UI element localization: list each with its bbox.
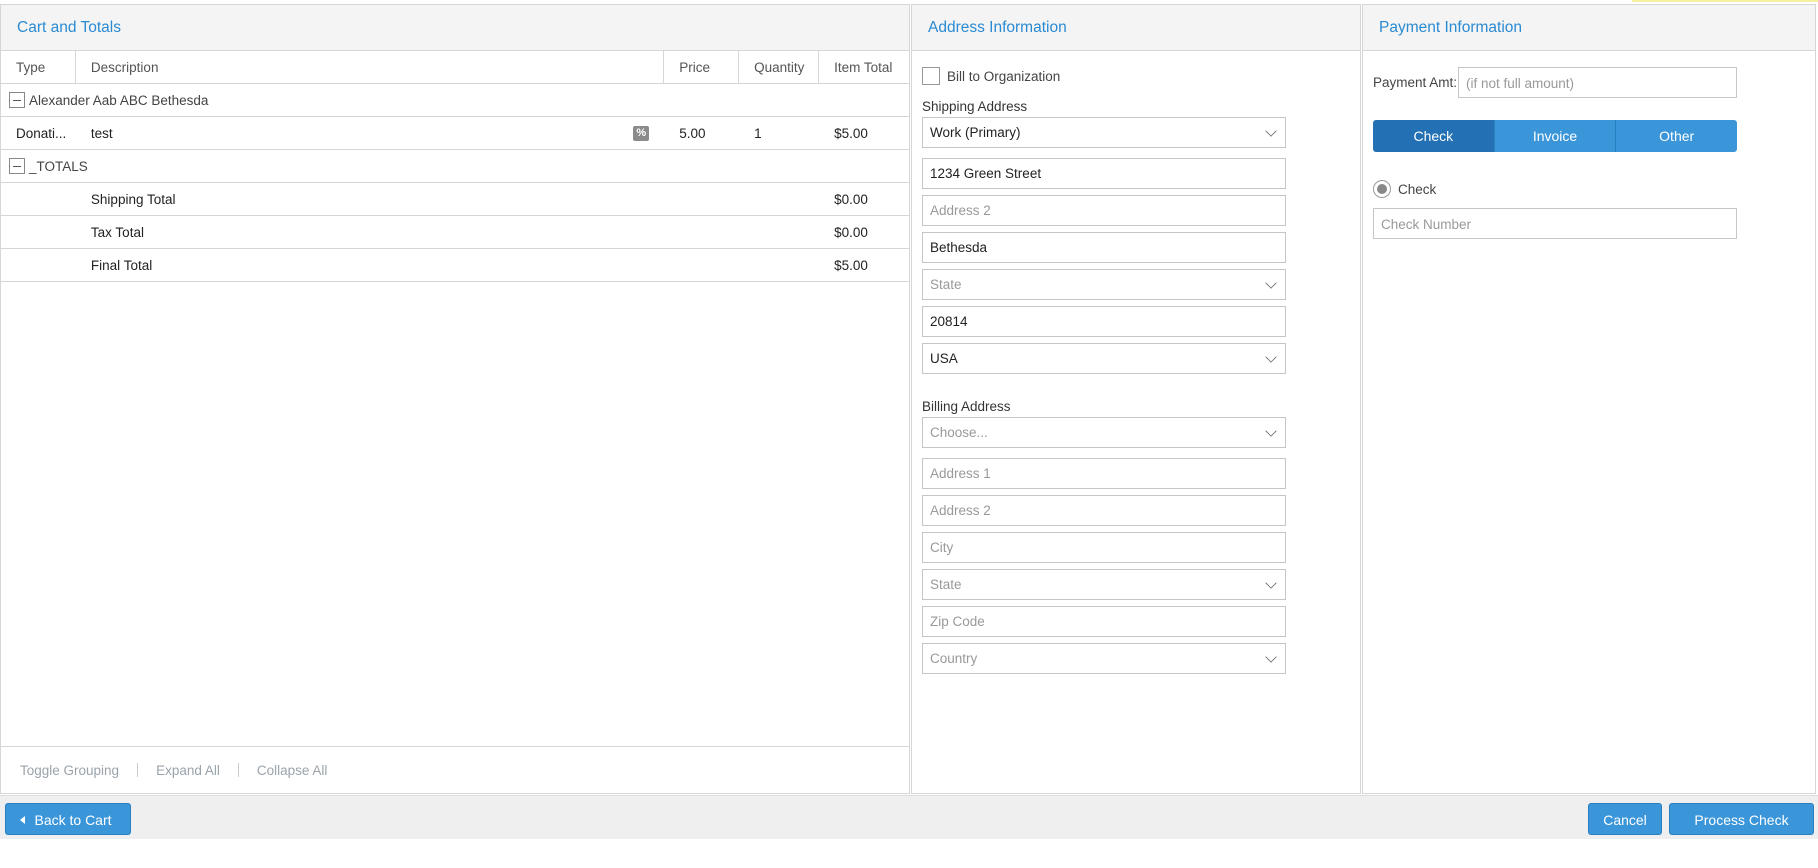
shipping-zip-field[interactable]: 20814	[922, 306, 1286, 337]
bill-to-org-row: Bill to Organization	[922, 65, 1350, 87]
bottom-action-bar: Back to Cart Cancel Process Check Paymen…	[0, 795, 1818, 860]
chevron-down-icon	[1265, 351, 1277, 363]
collapse-icon[interactable]	[9, 92, 25, 108]
billing-city-field[interactable]: City	[922, 532, 1286, 563]
back-to-cart-label: Back to Cart	[34, 812, 112, 828]
total-value: $0.00	[834, 224, 868, 240]
cancel-button[interactable]: Cancel	[1588, 803, 1662, 835]
cell-price: 5.00	[679, 125, 706, 141]
billing-address1-field[interactable]: Address 1	[922, 458, 1286, 489]
table-row: Shipping Total $0.00	[1, 183, 909, 216]
address-panel: Address Information Bill to Organization…	[911, 4, 1361, 794]
total-value: $0.00	[834, 191, 868, 207]
group-row-totals: _TOTALS	[1, 150, 909, 183]
shipping-address-label: Shipping Address	[922, 99, 1028, 114]
top-highlight-strip	[1632, 0, 1818, 2]
check-number-input[interactable]: Check Number	[1373, 208, 1737, 239]
payment-panel-title: Payment Information	[1363, 5, 1815, 51]
address-form: Bill to Organization Shipping Address Wo…	[912, 51, 1360, 694]
shipping-city-field[interactable]: Bethesda	[922, 232, 1286, 263]
billing-state-placeholder: State	[930, 577, 962, 592]
table-row: Final Total $5.00	[1, 249, 909, 282]
billing-choose-select[interactable]: Choose...	[922, 417, 1286, 448]
total-label: Tax Total	[90, 224, 144, 240]
chevron-down-icon	[1265, 577, 1277, 589]
grid-footer: Toggle Grouping Expand All Collapse All	[1, 746, 909, 793]
group-label-totals: _TOTALS	[29, 158, 88, 174]
percent-icon[interactable]: %	[633, 125, 650, 141]
payment-panel: Payment Information Payment Amt: (if not…	[1362, 4, 1816, 794]
cell-item-total: $5.00	[834, 125, 868, 141]
payment-amount-label: Payment Amt:	[1373, 75, 1458, 90]
column-header-item-total[interactable]: Item Total	[819, 51, 909, 83]
shipping-type-value: Work (Primary)	[930, 125, 1021, 140]
method-other-button[interactable]: Other	[1616, 120, 1737, 152]
shipping-state-placeholder: State	[930, 277, 962, 292]
chevron-down-icon	[1265, 277, 1277, 289]
shipping-address2-field[interactable]: Address 2	[922, 195, 1286, 226]
shipping-state-select[interactable]: State	[922, 269, 1286, 300]
total-label: Shipping Total	[90, 191, 176, 207]
table-row: Tax Total $0.00	[1, 216, 909, 249]
table-row[interactable]: Donati... test % 5.00 1 $5.00	[1, 117, 909, 150]
column-header-price[interactable]: Price	[664, 51, 740, 83]
column-header-description[interactable]: Description	[76, 51, 665, 83]
chevron-down-icon	[1265, 425, 1277, 437]
divider	[237, 763, 239, 777]
shipping-address1-field[interactable]: 1234 Green Street	[922, 158, 1286, 189]
check-radio-row: Check	[1373, 180, 1805, 198]
chevron-down-icon	[1265, 125, 1277, 137]
arrow-left-icon	[20, 816, 25, 824]
payment-amount-row: Payment Amt: (if not full amount)	[1373, 67, 1805, 98]
cell-quantity: 1	[754, 125, 762, 141]
column-header-quantity[interactable]: Quantity	[739, 51, 820, 83]
billing-state-select[interactable]: State	[922, 569, 1286, 600]
check-radio-label: Check	[1398, 181, 1437, 197]
shipping-country-select[interactable]: USA	[922, 343, 1286, 374]
billing-address2-field[interactable]: Address 2	[922, 495, 1286, 526]
shipping-type-select[interactable]: Work (Primary)	[922, 117, 1286, 148]
address-panel-title: Address Information	[912, 5, 1360, 51]
group-row-customer: Alexander Aab ABC Bethesda	[1, 84, 909, 117]
toggle-grouping-link[interactable]: Toggle Grouping	[20, 763, 119, 778]
shipping-country-value: USA	[930, 351, 958, 366]
cart-panel-title: Cart and Totals	[1, 5, 909, 51]
collapse-icon[interactable]	[9, 158, 25, 174]
cart-panel: Cart and Totals Type Description Price Q…	[0, 4, 910, 794]
check-radio[interactable]	[1373, 180, 1391, 198]
billing-zip-field[interactable]: Zip Code	[922, 606, 1286, 637]
billing-address-label: Billing Address	[922, 399, 1011, 414]
method-check-button[interactable]: Check	[1373, 120, 1495, 152]
payment-method-selector: Check Invoice Other	[1373, 120, 1737, 152]
method-invoice-button[interactable]: Invoice	[1494, 120, 1617, 152]
total-label: Final Total	[90, 257, 153, 273]
collapse-all-link[interactable]: Collapse All	[257, 763, 328, 778]
column-header-type[interactable]: Type	[1, 51, 76, 83]
back-to-cart-button[interactable]: Back to Cart	[5, 803, 131, 835]
billing-choose-placeholder: Choose...	[930, 425, 988, 440]
bill-to-org-checkbox[interactable]	[922, 67, 940, 85]
cell-description: test %	[76, 125, 664, 141]
cell-type: Donati...	[16, 125, 67, 141]
group-label-customer: Alexander Aab ABC Bethesda	[29, 92, 209, 108]
total-value: $5.00	[834, 257, 868, 273]
process-check-payment-button[interactable]: Process Check Payment	[1669, 803, 1814, 860]
item-description: test	[90, 125, 113, 141]
divider	[137, 763, 139, 777]
payment-amount-input[interactable]: (if not full amount)	[1458, 67, 1737, 98]
cart-grid-header: Type Description Price Quantity Item Tot…	[1, 51, 909, 84]
billing-country-placeholder: Country	[930, 651, 978, 666]
payment-form: Payment Amt: (if not full amount) Check …	[1363, 51, 1815, 255]
bill-to-org-label: Bill to Organization	[947, 68, 1061, 84]
expand-all-link[interactable]: Expand All	[156, 763, 220, 778]
chevron-down-icon	[1265, 651, 1277, 663]
billing-country-select[interactable]: Country	[922, 643, 1286, 674]
